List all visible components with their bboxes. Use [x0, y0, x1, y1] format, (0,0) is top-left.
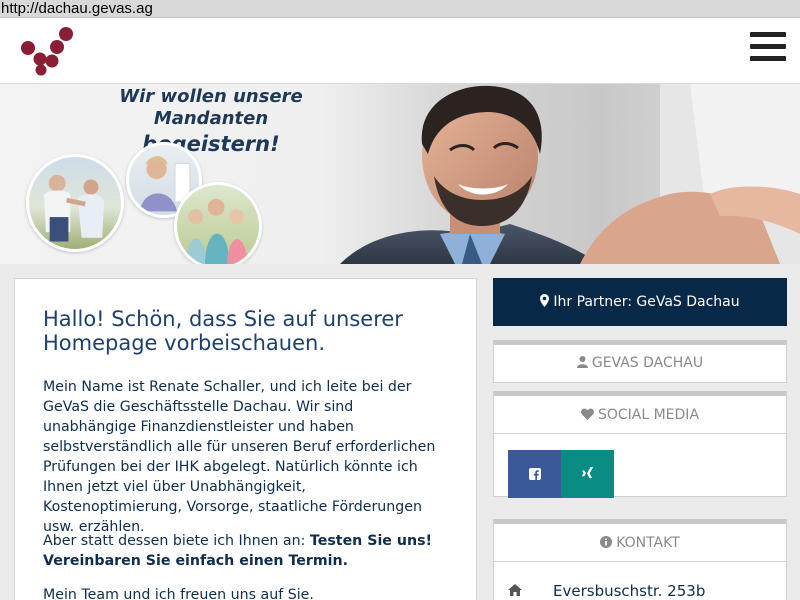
- intro-paragraph: Mein Name ist Renate Schaller, und ich l…: [43, 379, 436, 535]
- partner-button[interactable]: Ihr Partner: GeVaS Dachau: [493, 278, 787, 326]
- welcome-card: Hallo! Schön, dass Sie auf unserer Homep…: [14, 278, 477, 600]
- hero-title: Wir wollen unsere Mandanten begeistern!: [80, 84, 342, 158]
- hero-title-line1: Wir wollen unsere Mandanten: [119, 86, 303, 129]
- site-header: [0, 18, 800, 84]
- hamburger-menu-icon[interactable]: [750, 32, 786, 64]
- map-marker-icon: [540, 294, 550, 307]
- welcome-heading: Hallo! Schön, dass Sie auf unserer Homep…: [43, 307, 403, 355]
- kontakt-label: KONTAKT: [616, 535, 680, 551]
- address-text: Eversbuschstr. 253b: [553, 582, 706, 600]
- social-media-label: SOCIAL MEDIA: [597, 407, 700, 423]
- xing-icon: [581, 467, 594, 478]
- offer-text: Aber statt dessen biete ich Ihnen an:: [43, 533, 310, 549]
- grapes-logo-icon[interactable]: [18, 24, 76, 76]
- facebook-icon: [529, 468, 541, 480]
- social-media-header: SOCIAL MEDIA: [494, 396, 786, 434]
- gevas-dachau-box[interactable]: GEVAS DACHAU: [493, 340, 787, 383]
- browser-url-bar[interactable]: http://dachau.gevas.ag: [0, 0, 800, 18]
- gevas-dachau-label: GEVAS DACHAU: [591, 355, 704, 371]
- url-text: http://dachau.gevas.ag: [1, 0, 153, 17]
- heart-icon: [581, 408, 594, 420]
- gevas-dachau-header: GEVAS DACHAU: [494, 345, 786, 381]
- home-icon: [508, 584, 522, 596]
- info-circle-icon: [600, 536, 613, 548]
- family-photo-circle-3: [174, 182, 262, 264]
- offer-paragraph: Aber statt dessen biete ich Ihnen an: Te…: [43, 531, 443, 571]
- social-media-box: SOCIAL MEDIA: [493, 391, 787, 498]
- kontakt-header: KONTAKT: [494, 524, 786, 562]
- hero-banner: Wir wollen unsere Mandanten begeistern!: [0, 84, 800, 264]
- facebook-button[interactable]: [508, 450, 561, 498]
- businessman-photo: [340, 84, 800, 264]
- address-row: Eversbuschstr. 253b: [494, 580, 786, 600]
- kontakt-box: KONTAKT Eversbuschstr. 253b: [493, 519, 787, 600]
- user-icon: [576, 356, 588, 368]
- xing-button[interactable]: [561, 450, 614, 498]
- family-photo-circle-1: [26, 154, 124, 252]
- hero-title-line2: begeistern!: [142, 132, 280, 156]
- closing-paragraph: Mein Team und ich freuen uns auf Sie.: [43, 587, 314, 600]
- partner-label: Ihr Partner: GeVaS Dachau: [553, 294, 740, 310]
